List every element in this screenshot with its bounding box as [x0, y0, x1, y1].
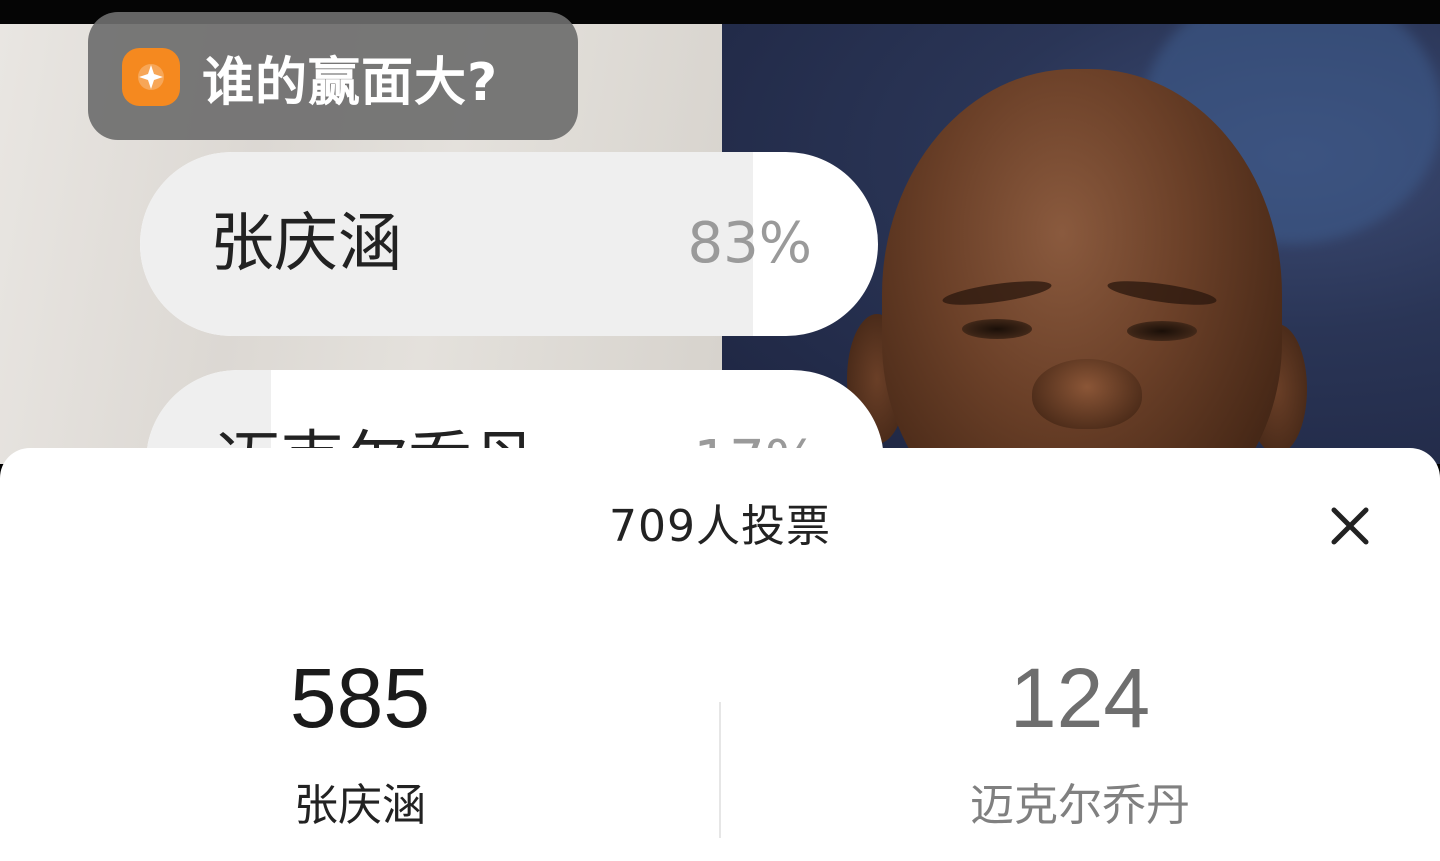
- poll-title: 谁的赢面大?: [202, 52, 499, 113]
- photo-brow-right: [1106, 276, 1218, 310]
- poll-screen: 谁的赢面大? 张庆涵 83% 迈克尔乔丹 17% 709人投票 585 张庆涵 …: [0, 0, 1440, 861]
- stat-option-2-name: 迈克尔乔丹: [970, 780, 1190, 831]
- orange-sparkle-icon: [122, 48, 180, 106]
- photo-eye-right: [1127, 321, 1197, 341]
- stat-option-2: 124 迈克尔乔丹: [780, 648, 1380, 832]
- close-icon: [1331, 507, 1369, 545]
- stat-option-1: 585 张庆涵: [60, 648, 660, 832]
- poll-option-1[interactable]: 张庆涵 83%: [140, 152, 878, 336]
- photo-nose: [1032, 359, 1142, 429]
- results-sheet: 709人投票 585 张庆涵 124 迈克尔乔丹: [0, 448, 1440, 861]
- close-button[interactable]: [1318, 494, 1382, 558]
- poll-option-1-percent: 83%: [687, 211, 812, 276]
- photo-brow-left: [941, 276, 1053, 310]
- poll-title-pill: 谁的赢面大?: [88, 12, 578, 140]
- stats-divider: [719, 702, 721, 838]
- stat-option-2-count: 124: [1009, 651, 1151, 745]
- stat-option-1-name: 张庆涵: [294, 780, 426, 831]
- total-votes-title: 709人投票: [609, 501, 831, 552]
- poll-option-1-label: 张庆涵: [210, 207, 402, 281]
- photo-eye-left: [962, 319, 1032, 339]
- stat-option-1-count: 585: [289, 651, 431, 745]
